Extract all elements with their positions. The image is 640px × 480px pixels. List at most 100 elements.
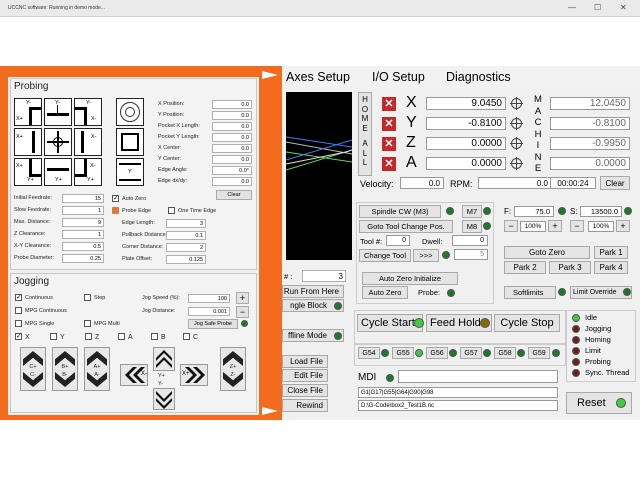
continuous-checkbox[interactable]: ✓ bbox=[15, 294, 22, 301]
home-z-icon[interactable]: ✕ bbox=[382, 137, 396, 151]
cycle-stop-button[interactable]: Cycle Stop bbox=[494, 314, 560, 332]
probe-edge-icon[interactable] bbox=[112, 207, 119, 214]
z-clearance-field[interactable]: 1 bbox=[62, 230, 104, 239]
probe-corner-xplus-yminus-button[interactable]: Y- X+ bbox=[14, 98, 42, 126]
clear-time-button[interactable]: Clear bbox=[600, 176, 630, 190]
spindle-plus-button[interactable]: + bbox=[616, 220, 630, 232]
tab-io-setup[interactable]: I/O Setup bbox=[372, 70, 425, 84]
slow-feedrate-field[interactable]: 1 bbox=[62, 206, 104, 215]
offset-g56-button[interactable]: G56 bbox=[426, 347, 448, 359]
change-tool-next-button[interactable]: >>> bbox=[413, 249, 439, 262]
dwell-input[interactable]: 0 bbox=[452, 235, 488, 246]
home-a-icon[interactable]: ✕ bbox=[382, 157, 396, 171]
auto-zero-button[interactable]: Auto Zero bbox=[362, 286, 408, 299]
dro-x-work[interactable]: 9.0450 bbox=[426, 97, 506, 110]
corner-distance-field[interactable]: 2 bbox=[166, 243, 206, 252]
probe-corner-xminus-yplus-button[interactable]: X- Y+ bbox=[74, 158, 102, 186]
load-file-button[interactable]: Load File bbox=[282, 355, 328, 368]
probe-clear-button[interactable]: Clear bbox=[216, 190, 252, 200]
park-2-button[interactable]: Park 2 bbox=[504, 261, 546, 274]
axis-z-checkbox[interactable] bbox=[85, 333, 92, 340]
mpg-single-checkbox[interactable] bbox=[15, 320, 22, 327]
maximize-icon[interactable]: ☐ bbox=[594, 0, 601, 16]
plate-offset-field[interactable]: 0.125 bbox=[166, 255, 206, 264]
change-tool-input[interactable]: 5 bbox=[454, 249, 488, 260]
mdi-input[interactable] bbox=[398, 370, 558, 383]
goto-zero-button[interactable]: Goto Zero bbox=[504, 246, 590, 259]
probe-diameter-field[interactable]: 0.25 bbox=[62, 254, 104, 263]
close-file-button[interactable]: Close File bbox=[282, 384, 328, 397]
one-time-edge-checkbox[interactable] bbox=[168, 207, 175, 214]
pullback-distance-field[interactable]: 0.1 bbox=[166, 231, 206, 240]
probe-center-button[interactable] bbox=[44, 128, 72, 156]
feed-plus-button[interactable]: + bbox=[548, 220, 562, 232]
jog-speed-field[interactable]: 100 bbox=[188, 294, 230, 303]
offset-g58-button[interactable]: G58 bbox=[494, 347, 516, 359]
m7-button[interactable]: M7 bbox=[462, 205, 482, 218]
offset-g59-button[interactable]: G59 bbox=[528, 347, 550, 359]
mpg-continuous-checkbox[interactable] bbox=[15, 307, 22, 314]
axis-c-checkbox[interactable] bbox=[183, 333, 190, 340]
zero-z-target-icon[interactable] bbox=[510, 137, 523, 150]
offset-g54-button[interactable]: G54 bbox=[358, 347, 380, 359]
max-distance-field[interactable]: 9 bbox=[62, 218, 104, 227]
rewind-button[interactable]: Rewind bbox=[282, 399, 328, 412]
probe-yplus-button[interactable]: Y+ bbox=[44, 158, 72, 186]
zero-a-target-icon[interactable] bbox=[510, 157, 523, 170]
line-number-input[interactable]: 3 bbox=[302, 270, 346, 282]
probe-corner-xminus-yminus-button[interactable]: Y- X- bbox=[74, 98, 102, 126]
park-4-button[interactable]: Park 4 bbox=[594, 261, 628, 274]
home-y-icon[interactable]: ✕ bbox=[382, 117, 396, 131]
home-x-icon[interactable]: ✕ bbox=[382, 97, 396, 111]
probe-yminus-button[interactable]: Y- bbox=[44, 98, 72, 126]
jog-distance-field[interactable]: 0.001 bbox=[188, 307, 230, 316]
offset-g57-button[interactable]: G57 bbox=[460, 347, 482, 359]
close-icon[interactable]: ✕ bbox=[620, 0, 627, 16]
minimize-icon[interactable]: — bbox=[568, 0, 576, 16]
axis-y-checkbox[interactable] bbox=[50, 333, 57, 340]
edge-length-field[interactable]: 3 bbox=[166, 219, 206, 228]
run-from-here-button[interactable]: Run From Here bbox=[282, 285, 344, 298]
jog-x-minus-button[interactable]: X- bbox=[120, 364, 148, 386]
auto-zero-initialize-button[interactable]: Auto Zero Initialize bbox=[362, 272, 458, 285]
tab-axes-setup[interactable]: Axes Setup bbox=[286, 70, 350, 84]
m8-button[interactable]: M8 bbox=[462, 220, 482, 233]
feed-minus-button[interactable]: − bbox=[504, 220, 518, 232]
probe-corner-xplus-yplus-button[interactable]: X+ Y+ bbox=[14, 158, 42, 186]
probe-xplus-button[interactable]: X+ bbox=[14, 128, 42, 156]
park-1-button[interactable]: Park 1 bbox=[594, 246, 628, 259]
xy-clearance-field[interactable]: 0.5 bbox=[62, 242, 104, 251]
probe-bore-center-button[interactable] bbox=[116, 98, 144, 126]
toolpath-view[interactable] bbox=[285, 92, 353, 260]
dro-z-work[interactable]: 0.0000 bbox=[426, 137, 506, 150]
offset-g55-button[interactable]: G55 bbox=[392, 347, 414, 359]
spindle-cw-button[interactable]: Spindle CW (M3) bbox=[359, 205, 441, 218]
dro-y-work[interactable]: -0.8100 bbox=[426, 117, 506, 130]
jog-speed-minus-button[interactable]: − bbox=[236, 306, 249, 318]
tool-number-input[interactable]: 0 bbox=[386, 235, 410, 246]
zero-x-target-icon[interactable] bbox=[510, 97, 523, 110]
dro-a-work[interactable]: 0.0000 bbox=[426, 157, 506, 170]
probe-xminus-button[interactable]: X- bbox=[74, 128, 102, 156]
home-all-button[interactable]: HOME ALL bbox=[358, 92, 372, 176]
jog-y-minus-button[interactable] bbox=[153, 388, 175, 410]
zero-y-target-icon[interactable] bbox=[510, 117, 523, 130]
probe-pocket-button[interactable] bbox=[116, 128, 144, 156]
softlimits-button[interactable]: Softlimits bbox=[504, 286, 556, 299]
mpg-multi-checkbox[interactable] bbox=[84, 320, 91, 327]
goto-tool-change-button[interactable]: Goto Tool Change Pos. bbox=[359, 220, 453, 233]
axis-b-checkbox[interactable] bbox=[151, 333, 158, 340]
jog-y-plus-button[interactable] bbox=[153, 347, 175, 371]
step-checkbox[interactable] bbox=[84, 294, 91, 301]
initial-feedrate-field[interactable]: 15 bbox=[62, 194, 104, 203]
probe-y-width-button[interactable]: Y bbox=[116, 158, 144, 186]
change-tool-button[interactable]: Change Tool bbox=[359, 249, 411, 262]
edit-file-button[interactable]: Edit File bbox=[282, 369, 328, 382]
axis-a-checkbox[interactable] bbox=[118, 333, 125, 340]
jog-x-plus-button[interactable]: X+ bbox=[180, 364, 208, 386]
spindle-minus-button[interactable]: − bbox=[570, 220, 584, 232]
axis-x-checkbox[interactable]: ✓ bbox=[15, 333, 22, 340]
tab-diagnostics[interactable]: Diagnostics bbox=[446, 70, 511, 84]
jog-speed-plus-button[interactable]: + bbox=[236, 292, 249, 304]
auto-zero-checkbox[interactable]: ✓ bbox=[112, 195, 119, 202]
